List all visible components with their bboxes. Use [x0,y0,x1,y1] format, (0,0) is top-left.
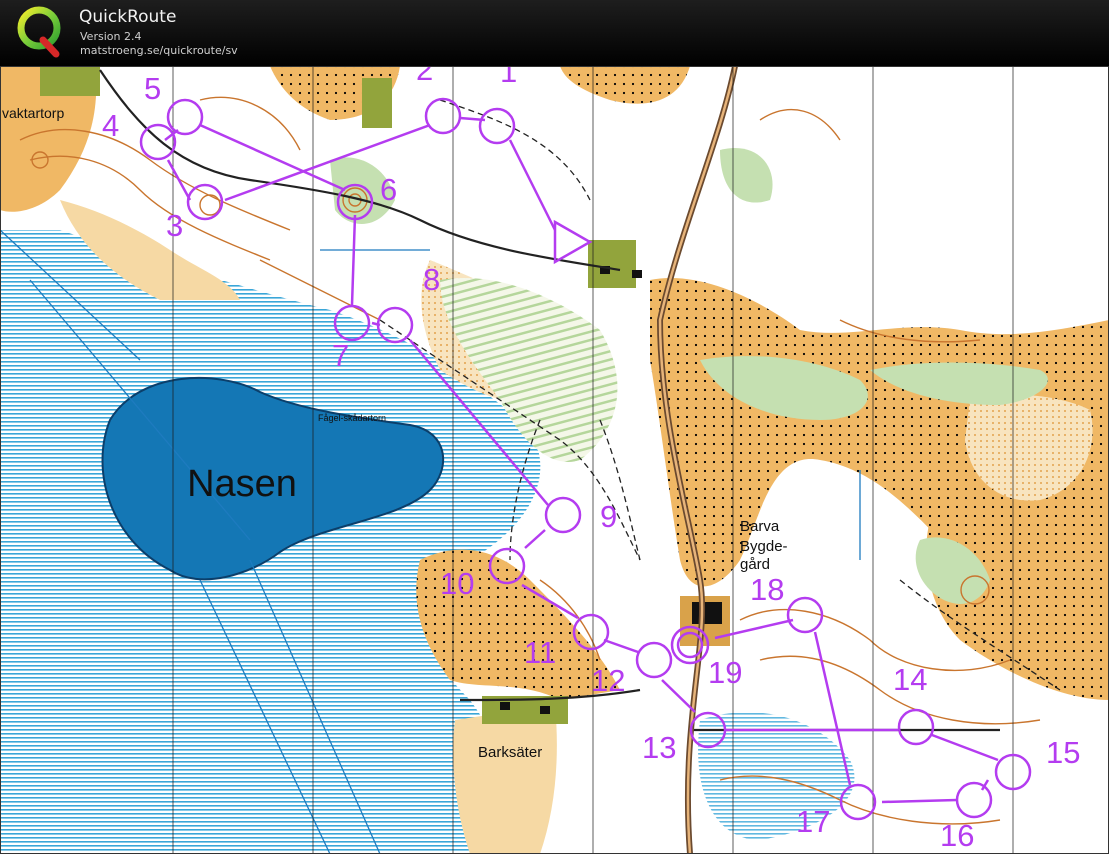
title-bar: QuickRoute Version 2.4 matstroeng.se/qui… [0,0,1109,66]
lake-label: Nasen [187,463,297,505]
hall-label-3: gård [740,556,770,573]
building-hall [692,602,722,624]
settlement-northwest [40,66,100,96]
app-url: matstroeng.se/quickroute/sv [80,44,238,57]
semi-open-south [453,705,557,854]
settlement-north [362,78,392,128]
control-number-6: 6 [380,172,397,207]
building-1 [500,702,510,710]
control-number-16: 16 [940,818,974,853]
control-number-10: 10 [440,566,474,601]
settlement-center [588,240,636,288]
app-title: QuickRoute [79,7,177,27]
control-number-15: 15 [1046,735,1080,770]
orienteering-map[interactable]: Nasen Fågel-skådartorn Barksäter Barva B… [0,66,1109,854]
control-number-9: 9 [600,499,617,534]
control-number-14: 14 [893,662,927,697]
control-number-3: 3 [166,208,183,243]
control-number-4: 4 [102,108,119,143]
farm-label: Barksäter [478,744,542,761]
control-number-7: 7 [332,338,349,373]
app-version: Version 2.4 [80,30,142,43]
control-number-18: 18 [750,572,784,607]
control-number-17: 17 [796,804,830,839]
torp-label: vaktartorp [2,105,64,121]
control-number-5: 5 [144,71,161,106]
control-number-12: 12 [591,663,625,698]
control-number-2: 2 [416,66,433,87]
quickroute-logo-icon [17,6,61,58]
control-number-19: 19 [708,655,742,690]
control-number-11: 11 [524,635,556,670]
building-2 [540,706,550,714]
control-number-8: 8 [423,262,440,297]
hall-label-2: Bygde- [740,538,788,555]
birdtower-label: Fågel-skådartorn [318,413,386,423]
control-number-1: 1 [500,66,517,89]
control-number-13: 13 [642,730,676,765]
building-4 [632,270,642,278]
hall-label-1: Barva [740,518,780,535]
